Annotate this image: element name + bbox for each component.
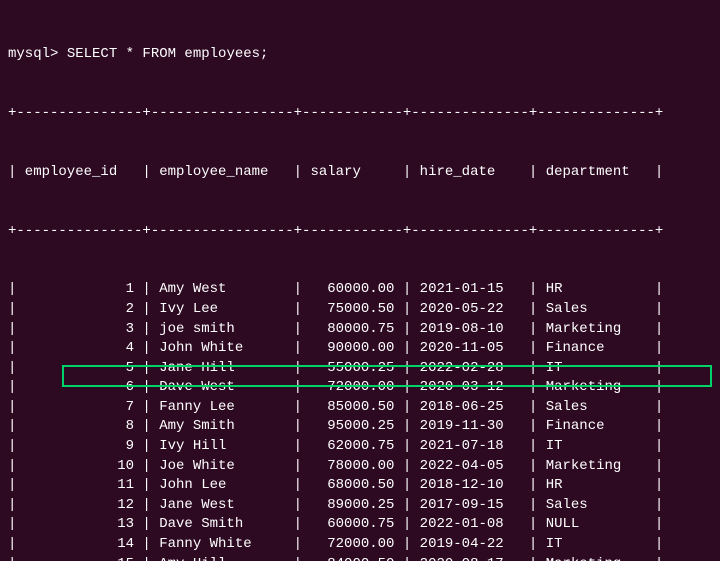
table-body: | 1 | Amy West | 60000.00 | 2021-01-15 |…	[8, 280, 712, 561]
table-row: | 13 | Dave Smith | 60000.75 | 2022-01-0…	[8, 515, 712, 535]
mysql-prompt: mysql>	[8, 46, 67, 62]
table-row: | 2 | Ivy Lee | 75000.50 | 2020-05-22 | …	[8, 300, 712, 320]
table-border-top: +---------------+-----------------+-----…	[8, 104, 712, 124]
table-row: | 8 | Amy Smith | 95000.25 | 2019-11-30 …	[8, 417, 712, 437]
sql-command: SELECT * FROM employees;	[67, 46, 269, 62]
table-row: | 6 | Dave West | 72000.00 | 2020-03-12 …	[8, 378, 712, 398]
table-row: | 14 | Fanny White | 72000.00 | 2019-04-…	[8, 535, 712, 555]
table-row: | 11 | John Lee | 68000.50 | 2018-12-10 …	[8, 476, 712, 496]
table-row: | 7 | Fanny Lee | 85000.50 | 2018-06-25 …	[8, 398, 712, 418]
table-row: | 9 | Ivy Hill | 62000.75 | 2021-07-18 |…	[8, 437, 712, 457]
table-row: | 12 | Jane West | 89000.25 | 2017-09-15…	[8, 496, 712, 516]
table-row: | 3 | joe smith | 80000.75 | 2019-08-10 …	[8, 320, 712, 340]
prompt-line: mysql> SELECT * FROM employees;	[8, 45, 712, 65]
table-border-mid: +---------------+-----------------+-----…	[8, 222, 712, 242]
table-row: | 15 | Amy Hill | 84000.50 | 2020-08-17 …	[8, 555, 712, 561]
table-row: | 4 | John White | 90000.00 | 2020-11-05…	[8, 339, 712, 359]
table-row: | 10 | Joe White | 78000.00 | 2022-04-05…	[8, 457, 712, 477]
table-row: | 1 | Amy West | 60000.00 | 2021-01-15 |…	[8, 280, 712, 300]
table-row: | 5 | Jane Hill | 55000.25 | 2022-02-28 …	[8, 359, 712, 379]
table-header-row: | employee_id | employee_name | salary |…	[8, 163, 712, 183]
mysql-terminal[interactable]: mysql> SELECT * FROM employees; +-------…	[0, 0, 720, 561]
